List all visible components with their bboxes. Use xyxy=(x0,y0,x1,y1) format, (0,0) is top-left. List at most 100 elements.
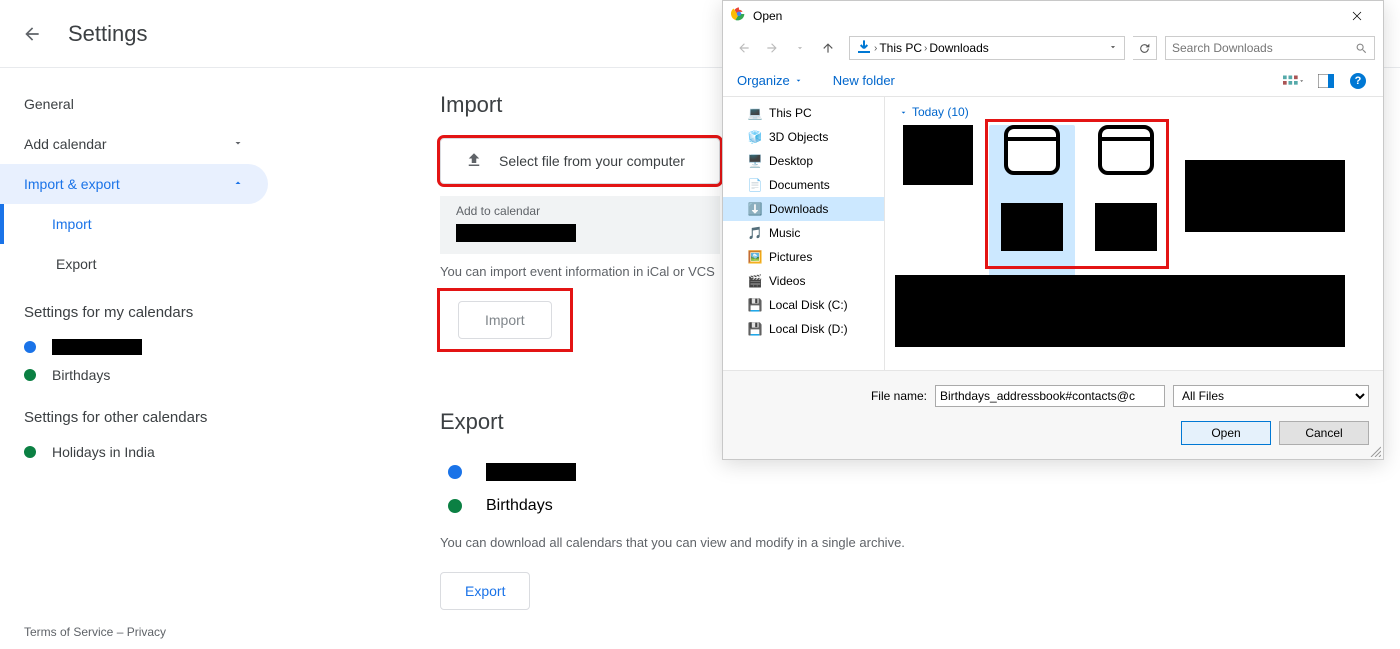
refresh-button[interactable] xyxy=(1133,36,1157,60)
file-open-dialog: Open › This PC › Downloads Organize New … xyxy=(722,0,1384,460)
add-to-calendar-dropdown[interactable]: Add to calendar xyxy=(440,196,720,254)
help-button[interactable]: ? xyxy=(1347,70,1369,92)
nav-import-export[interactable]: Import & export xyxy=(0,164,268,204)
dialog-title: Open xyxy=(753,9,782,23)
page-title: Settings xyxy=(68,21,148,47)
close-icon xyxy=(1351,10,1363,22)
calendar-name: Holidays in India xyxy=(52,444,155,460)
preview-pane-button[interactable] xyxy=(1315,70,1337,92)
file-list-panel: Today (10) xyxy=(885,97,1383,370)
import-button-highlight: Import xyxy=(440,291,570,349)
subnav-export[interactable]: Export xyxy=(0,244,280,284)
tree-desktop[interactable]: 🖥️Desktop xyxy=(723,149,884,173)
file-thumb-0[interactable] xyxy=(895,125,981,215)
chevron-right-icon: › xyxy=(924,43,927,54)
nav-add-calendar[interactable]: Add calendar xyxy=(0,124,268,164)
organize-label: Organize xyxy=(737,73,790,88)
file-icon xyxy=(1098,125,1154,175)
file-thumb-wide[interactable] xyxy=(1185,160,1345,232)
tree-downloads[interactable]: ⬇️Downloads xyxy=(723,197,884,221)
privacy-link[interactable]: Privacy xyxy=(127,625,166,639)
calendar-color-dot xyxy=(448,499,462,513)
nav-up-button[interactable] xyxy=(815,36,841,60)
calendar-name-redacted xyxy=(486,463,576,481)
tree-disk-c[interactable]: 💾Local Disk (C:) xyxy=(723,293,884,317)
3d-icon: 🧊 xyxy=(747,129,763,145)
chevron-down-icon[interactable] xyxy=(1108,41,1118,55)
open-button[interactable]: Open xyxy=(1181,421,1271,445)
tree-videos[interactable]: 🎬Videos xyxy=(723,269,884,293)
pc-icon: 💻 xyxy=(747,105,763,121)
import-button[interactable]: Import xyxy=(458,301,552,339)
calendar-color-dot xyxy=(24,369,36,381)
dialog-titlebar: Open xyxy=(723,1,1383,31)
calendar-name: Birthdays xyxy=(52,367,110,383)
nav-forward-button[interactable] xyxy=(759,36,785,60)
my-calendar-item-1[interactable]: Birthdays xyxy=(0,361,280,389)
filename-input[interactable] xyxy=(935,385,1165,407)
downloads-icon xyxy=(856,39,872,58)
nav-recent-dropdown[interactable] xyxy=(787,36,813,60)
breadcrumb-item-1[interactable]: Downloads xyxy=(929,41,988,55)
tree-disk-d[interactable]: 💾Local Disk (D:) xyxy=(723,317,884,341)
dialog-footer: File name: All Files Open Cancel xyxy=(723,370,1383,459)
tree-this-pc[interactable]: 💻This PC xyxy=(723,101,884,125)
select-file-label: Select file from your computer xyxy=(499,153,685,169)
address-bar[interactable]: › This PC › Downloads xyxy=(849,36,1125,60)
search-box[interactable] xyxy=(1165,36,1375,60)
other-calendar-item-0[interactable]: Holidays in India xyxy=(0,438,280,466)
folder-tree[interactable]: 💻This PC 🧊3D Objects 🖥️Desktop 📄Document… xyxy=(723,97,885,370)
file-group-today[interactable]: Today (10) xyxy=(895,105,1373,119)
pictures-icon: 🖼️ xyxy=(747,249,763,265)
calendar-color-dot xyxy=(448,465,462,479)
file-thumb-xwide[interactable] xyxy=(895,275,1345,347)
upload-icon xyxy=(465,151,483,172)
calendar-name: Birthdays xyxy=(486,497,553,515)
tree-pictures[interactable]: 🖼️Pictures xyxy=(723,245,884,269)
nav-back-button[interactable] xyxy=(731,36,757,60)
back-button[interactable] xyxy=(20,22,44,46)
tree-3d-objects[interactable]: 🧊3D Objects xyxy=(723,125,884,149)
footer-sep: – xyxy=(113,625,126,639)
chevron-down-icon xyxy=(899,108,908,117)
file-type-filter[interactable]: All Files xyxy=(1173,385,1369,407)
file-thumb-1[interactable] xyxy=(989,125,1075,215)
subnav-import[interactable]: Import xyxy=(0,204,280,244)
downloads-icon: ⬇️ xyxy=(747,201,763,217)
terms-link[interactable]: Terms of Service xyxy=(24,625,113,639)
breadcrumb-item-0[interactable]: This PC xyxy=(879,41,922,55)
export-button[interactable]: Export xyxy=(440,572,530,610)
view-mode-button[interactable] xyxy=(1283,70,1305,92)
footer: Terms of Service – Privacy xyxy=(24,625,166,639)
my-calendar-item-0[interactable] xyxy=(0,333,280,361)
export-calendar-row-1: Birthdays xyxy=(440,489,1400,523)
search-input[interactable] xyxy=(1172,41,1355,55)
organize-menu[interactable]: Organize xyxy=(737,73,803,88)
calendar-color-dot xyxy=(24,446,36,458)
tree-documents[interactable]: 📄Documents xyxy=(723,173,884,197)
cancel-button[interactable]: Cancel xyxy=(1279,421,1369,445)
chevron-up-icon xyxy=(232,176,244,192)
calendar-name-redacted xyxy=(52,339,142,355)
file-thumb-2[interactable] xyxy=(1083,125,1169,215)
add-to-calendar-value-redacted xyxy=(456,224,576,242)
videos-icon: 🎬 xyxy=(747,273,763,289)
file-icon xyxy=(1004,125,1060,175)
export-hint: You can download all calendars that you … xyxy=(440,535,1400,550)
resize-grip-icon[interactable] xyxy=(1369,445,1381,457)
nav-general[interactable]: General xyxy=(0,84,268,124)
tree-music[interactable]: 🎵Music xyxy=(723,221,884,245)
new-folder-button[interactable]: New folder xyxy=(833,73,895,88)
help-icon: ? xyxy=(1350,73,1366,89)
desktop-icon: 🖥️ xyxy=(747,153,763,169)
my-calendars-heading: Settings for my calendars xyxy=(0,284,280,333)
import-export-sublinks: Import Export xyxy=(0,204,280,284)
nav-import-export-label: Import & export xyxy=(24,176,120,192)
arrow-left-icon xyxy=(22,24,42,44)
export-calendar-row-0 xyxy=(440,455,1400,489)
chrome-icon xyxy=(731,6,747,27)
calendar-color-dot xyxy=(24,341,36,353)
dialog-nav: › This PC › Downloads xyxy=(723,31,1383,65)
dialog-close-button[interactable] xyxy=(1339,2,1375,30)
select-file-button[interactable]: Select file from your computer xyxy=(440,138,720,184)
